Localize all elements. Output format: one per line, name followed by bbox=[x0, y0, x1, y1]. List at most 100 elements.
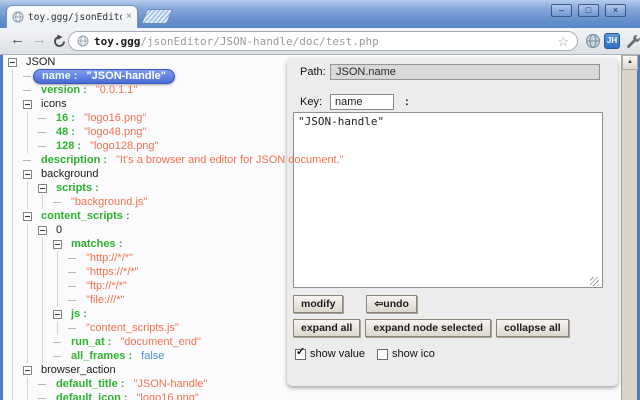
tree-node-default-icon[interactable]: default_icon : "logo16.png" bbox=[8, 391, 318, 400]
bookmark-star-icon[interactable]: ☆ bbox=[557, 35, 569, 48]
tree-guide-line bbox=[23, 335, 38, 349]
browser-toolbar: ← → toy.ggg/jsonEditor/JSON-handle/doc/t… bbox=[0, 28, 640, 55]
tree-node-icons[interactable]: icons bbox=[8, 97, 318, 111]
tab-close-icon[interactable]: × bbox=[126, 12, 132, 22]
node-value: "content_scripts.js" bbox=[86, 322, 179, 334]
leaf-tick-icon bbox=[68, 251, 83, 265]
tree-node-default-title[interactable]: default_title : "JSON-handle" bbox=[8, 377, 318, 391]
tree-node-content-scripts[interactable]: content_scripts : bbox=[8, 209, 318, 223]
leaf-tick-icon bbox=[23, 69, 38, 83]
tree-node-file[interactable]: "file:///*" bbox=[8, 293, 318, 307]
node-key: name : bbox=[42, 70, 78, 82]
scroll-up-button[interactable]: ▲ bbox=[622, 55, 638, 70]
leaf-tick-icon bbox=[68, 321, 83, 335]
node-key: all_frames : bbox=[71, 350, 133, 362]
tree-guide-line bbox=[8, 293, 23, 307]
key-input[interactable] bbox=[330, 94, 394, 110]
node-value: "ftp://*/*" bbox=[86, 280, 127, 292]
tree-guide-line bbox=[53, 265, 68, 279]
tree-guide-line bbox=[8, 321, 23, 335]
undo-button[interactable]: ⇦undo bbox=[366, 295, 417, 313]
node-value: "https://*/*" bbox=[86, 266, 139, 278]
maximize-button[interactable]: □ bbox=[578, 4, 599, 17]
collapse-expander-icon[interactable] bbox=[8, 55, 23, 69]
tree-guide-line bbox=[23, 125, 38, 139]
tree-node-description[interactable]: description : "It's a browser and editor … bbox=[8, 153, 344, 167]
tree-guide-line bbox=[38, 349, 53, 363]
tree-node-48[interactable]: 48 : "logo48.png" bbox=[8, 125, 318, 139]
tree-guide-line bbox=[8, 139, 23, 153]
globe-url-icon bbox=[77, 35, 89, 47]
node-key: js : bbox=[71, 308, 87, 320]
tree-node-ftp[interactable]: "ftp://*/*" bbox=[8, 279, 318, 293]
tree-node-run-at[interactable]: run_at : "document_end" bbox=[8, 335, 318, 349]
leaf-tick-icon bbox=[68, 265, 83, 279]
tree-node-name[interactable]: name : "JSON-handle" bbox=[8, 68, 318, 84]
leaf-tick-icon bbox=[38, 377, 53, 391]
collapse-expander-icon[interactable] bbox=[38, 181, 53, 195]
minimize-button[interactable]: – bbox=[551, 4, 572, 17]
collapse-expander-icon[interactable] bbox=[53, 307, 68, 321]
tree-node-background[interactable]: background bbox=[8, 167, 318, 181]
tree-guide-line bbox=[8, 251, 23, 265]
forward-icon[interactable]: → bbox=[32, 31, 47, 48]
address-bar[interactable]: toy.ggg/jsonEditor/JSON-handle/doc/test.… bbox=[68, 31, 578, 51]
tree-node-128[interactable]: 128 : "logo128.png" bbox=[8, 139, 318, 153]
back-icon[interactable]: ← bbox=[10, 31, 25, 48]
tree-node-https[interactable]: "https://*/*" bbox=[8, 265, 318, 279]
tree-node-js[interactable]: js : bbox=[8, 307, 318, 321]
page-scrollbar[interactable]: ▲ bbox=[621, 55, 638, 400]
wrench-menu-icon[interactable] bbox=[624, 33, 640, 49]
leaf-tick-icon bbox=[68, 293, 83, 307]
url-path: /jsonEditor/JSON-handle/doc/test.php bbox=[140, 34, 379, 48]
tree-node-background-js[interactable]: "background.js" bbox=[8, 195, 318, 209]
tree-guide-line bbox=[23, 377, 38, 391]
node-label: browser_action bbox=[41, 364, 116, 376]
editor-panel: Path: Key: : "JSON-handle" modify ⇦undo … bbox=[287, 58, 618, 386]
tree-guide-line bbox=[38, 265, 53, 279]
tree-node-matches[interactable]: matches : bbox=[8, 237, 318, 251]
tree-guide-line bbox=[8, 111, 23, 125]
node-label: icons bbox=[41, 98, 67, 110]
tree-node-all-frames[interactable]: all_frames : false bbox=[8, 349, 318, 363]
node-value: "logo128.png" bbox=[90, 140, 159, 152]
tree-node-scripts[interactable]: scripts : bbox=[8, 181, 318, 195]
new-tab-button[interactable] bbox=[140, 9, 174, 24]
tree-node-json[interactable]: JSON bbox=[8, 55, 318, 69]
collapse-all-button[interactable]: collapse all bbox=[496, 319, 569, 337]
tree-node-browser-action[interactable]: browser_action bbox=[8, 363, 318, 377]
window-close-button[interactable]: × bbox=[605, 4, 626, 17]
leaf-tick-icon bbox=[53, 335, 68, 349]
browser-tab[interactable]: toy.ggg/jsonEditor/JSON- × bbox=[6, 5, 138, 28]
collapse-expander-icon[interactable] bbox=[23, 167, 38, 181]
leaf-tick-icon bbox=[23, 83, 38, 97]
collapse-expander-icon[interactable] bbox=[23, 363, 38, 377]
tree-guide-line bbox=[8, 195, 23, 209]
node-value: "0.0.1.1" bbox=[95, 84, 138, 96]
collapse-expander-icon[interactable] bbox=[23, 209, 38, 223]
show-ico-checkbox[interactable]: ✓ bbox=[377, 348, 389, 360]
tree-node-content-scripts-js[interactable]: "content_scripts.js" bbox=[8, 321, 318, 335]
value-textarea[interactable]: "JSON-handle" bbox=[293, 112, 603, 288]
leaf-tick-icon bbox=[38, 391, 53, 400]
tree-node-version[interactable]: version : "0.0.1.1" bbox=[8, 83, 318, 97]
reload-icon[interactable] bbox=[52, 34, 67, 49]
expand-node-selected-button[interactable]: expand node selected bbox=[365, 319, 492, 337]
tree-guide-line bbox=[8, 209, 23, 223]
tree-guide-line bbox=[23, 181, 38, 195]
node-key: matches : bbox=[71, 238, 123, 250]
json-handle-extension-icon[interactable]: JH bbox=[604, 33, 620, 49]
collapse-expander-icon[interactable] bbox=[53, 237, 68, 251]
collapse-expander-icon[interactable] bbox=[38, 223, 53, 237]
tree-guide-line bbox=[23, 237, 38, 251]
node-value: "document_end" bbox=[120, 336, 201, 348]
collapse-expander-icon[interactable] bbox=[23, 97, 38, 111]
tree-node-0[interactable]: 0 bbox=[8, 223, 318, 237]
tree-guide-line bbox=[23, 307, 38, 321]
node-value: false bbox=[141, 350, 165, 362]
tree-node-16[interactable]: 16 : "logo16.png" bbox=[8, 111, 318, 125]
tree-guide-line bbox=[38, 195, 53, 209]
extension-globe-icon[interactable] bbox=[585, 33, 601, 49]
path-input[interactable] bbox=[330, 64, 600, 80]
tree-node-http[interactable]: "http://*/*" bbox=[8, 251, 318, 265]
